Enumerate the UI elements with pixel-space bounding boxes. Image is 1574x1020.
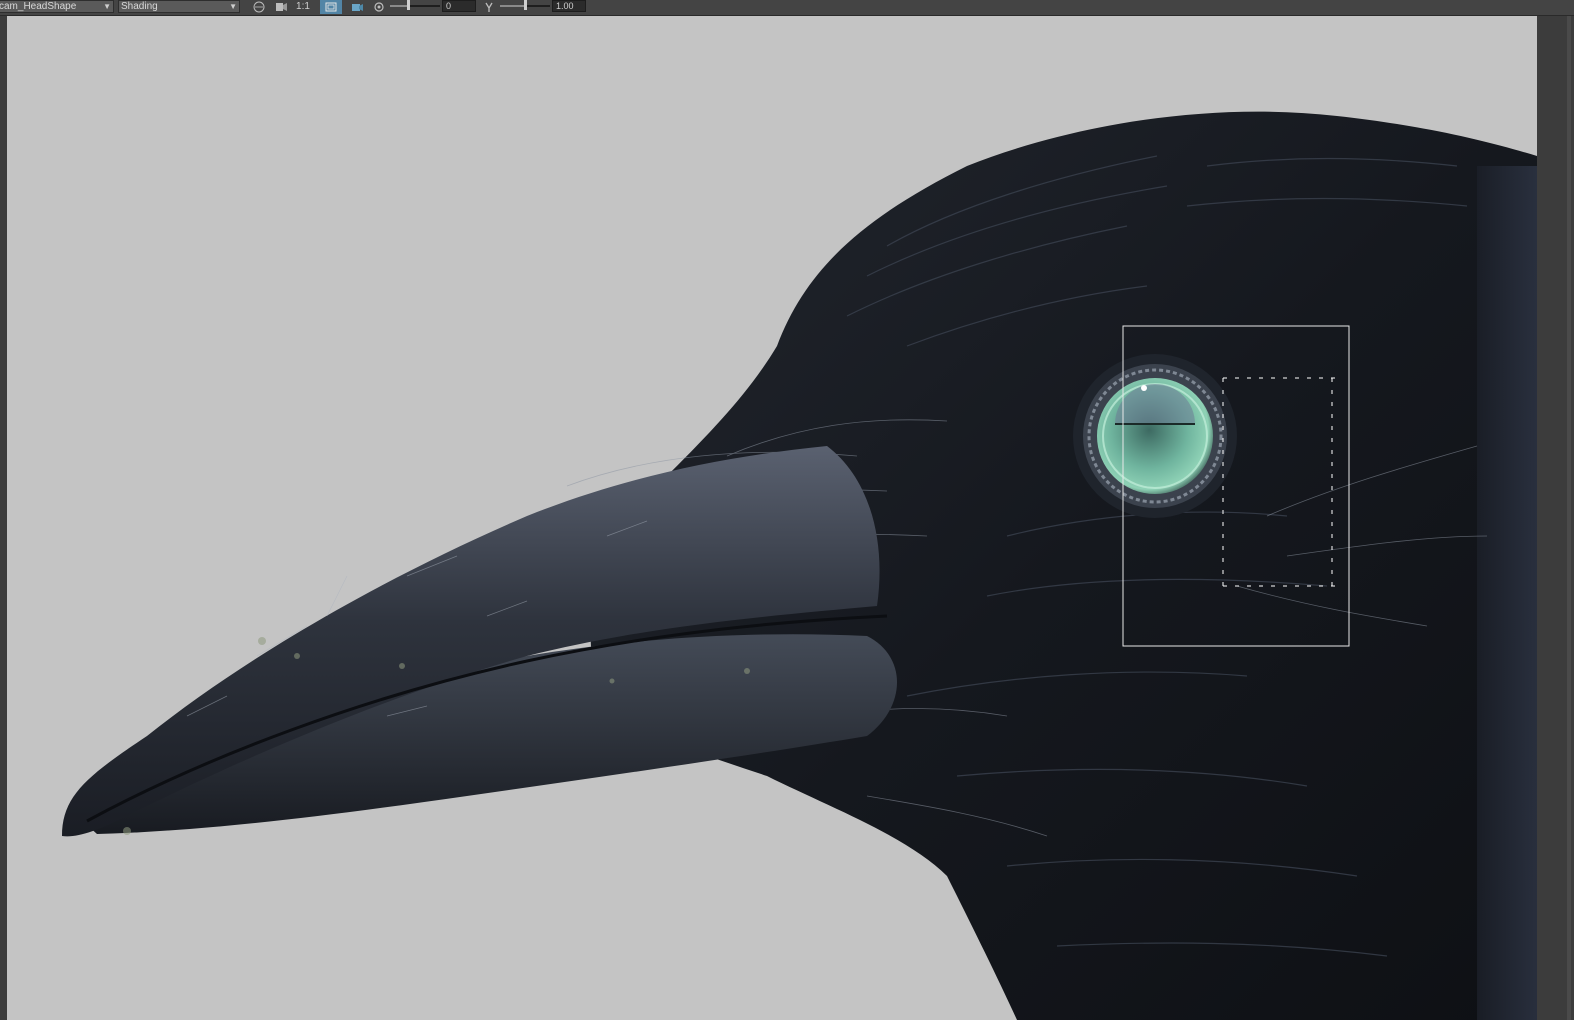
gamma-icon bbox=[485, 2, 493, 12]
film-gate-button[interactable] bbox=[320, 0, 342, 14]
exposure-value: 0 bbox=[446, 1, 452, 11]
exposure-icon bbox=[374, 1, 384, 12]
gamma-slider-fill bbox=[500, 5, 525, 7]
resolution-gate-button[interactable] bbox=[270, 0, 292, 14]
exposure-button[interactable] bbox=[368, 0, 390, 14]
grid-icon bbox=[253, 1, 265, 12]
film-gate-icon bbox=[325, 2, 337, 11]
exposure-slider-thumb[interactable] bbox=[406, 0, 410, 10]
viewport-toolbar: cam_HeadShape ▼ Shading ▼ 1:1 0 1.00 bbox=[0, 0, 1574, 16]
gamma-button[interactable] bbox=[478, 0, 500, 14]
shading-dropdown-label: Shading bbox=[121, 0, 158, 12]
camera-shading-icon bbox=[276, 2, 287, 11]
gamma-slider-thumb[interactable] bbox=[524, 0, 527, 10]
chevron-down-icon: ▼ bbox=[229, 1, 237, 11]
raven-render bbox=[62, 111, 1537, 1020]
raven-eye bbox=[1073, 354, 1237, 518]
viewport-frame-left bbox=[0, 16, 7, 1020]
camera-dropdown[interactable]: cam_HeadShape ▼ bbox=[0, 0, 114, 13]
isolate-select-button[interactable] bbox=[346, 0, 368, 14]
gamma-slider[interactable] bbox=[500, 0, 550, 12]
exposure-slider[interactable] bbox=[390, 0, 440, 12]
gamma-field[interactable]: 1.00 bbox=[552, 0, 586, 12]
render-noise-band bbox=[1477, 166, 1537, 1020]
3d-viewport[interactable] bbox=[7, 16, 1537, 1020]
grid-button[interactable] bbox=[248, 0, 270, 14]
exposure-slider-fill bbox=[390, 5, 408, 7]
isolate-select-icon bbox=[352, 3, 363, 11]
one-to-one-label: 1:1 bbox=[296, 1, 310, 12]
one-to-one-button[interactable]: 1:1 bbox=[292, 0, 314, 14]
camera-dropdown-label: cam_HeadShape bbox=[0, 0, 77, 12]
viewport-scrollbar[interactable] bbox=[1567, 16, 1571, 1020]
chevron-down-icon: ▼ bbox=[103, 1, 111, 11]
exposure-field[interactable]: 0 bbox=[442, 0, 476, 12]
shading-dropdown[interactable]: Shading ▼ bbox=[118, 0, 240, 13]
gamma-value: 1.00 bbox=[556, 1, 574, 11]
viewport-frame-right bbox=[1537, 16, 1574, 1020]
